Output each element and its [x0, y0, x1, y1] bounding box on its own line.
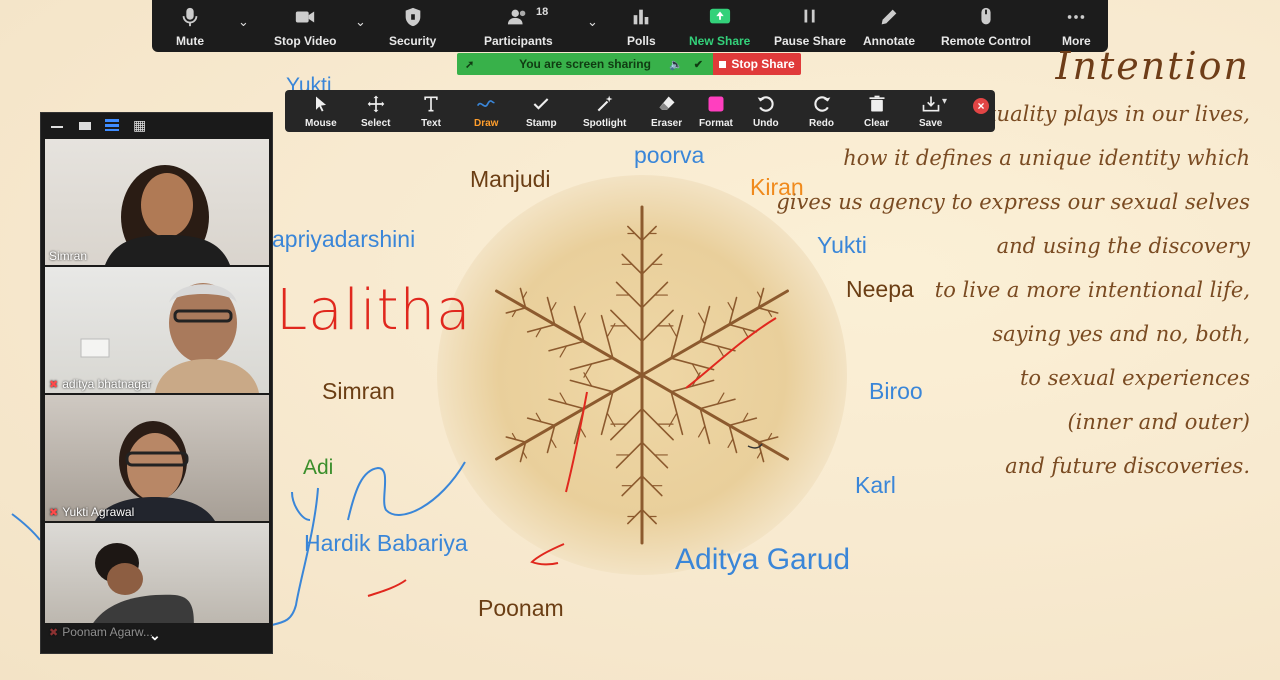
- cursor-icon: [315, 96, 326, 112]
- tool-stamp[interactable]: Stamp: [526, 94, 557, 129]
- participant-video: [95, 421, 215, 521]
- hide-video-icon[interactable]: [79, 122, 91, 130]
- muted-mic-icon: ✖: [49, 379, 59, 391]
- gallery-view-icon[interactable]: ▦: [133, 118, 146, 132]
- eraser-icon: [659, 96, 675, 110]
- video-tile-poonam[interactable]: ✖ Poonam Agarw...: [45, 523, 269, 641]
- blue-stroke-loop: [347, 461, 466, 521]
- tool-stamp-label: Stamp: [526, 118, 557, 129]
- participant-name: Poonam Agarw...: [62, 625, 153, 639]
- tool-mouse-label: Mouse: [305, 118, 337, 129]
- tool-eraser-label: Eraser: [651, 118, 683, 129]
- tool-select-label: Select: [361, 118, 391, 129]
- save-icon: [922, 96, 940, 112]
- participant-name: Simran: [49, 249, 88, 263]
- tool-undo[interactable]: Undo: [753, 94, 779, 129]
- participant-name-row: ✖ aditya bhatnagar: [49, 377, 152, 391]
- tool-undo-label: Undo: [753, 118, 779, 129]
- draw-icon: [477, 100, 496, 107]
- tool-clear-label: Clear: [864, 118, 890, 129]
- participant-video: [80, 283, 259, 393]
- speaker-view-icon[interactable]: [105, 119, 119, 131]
- participant-video: [105, 165, 230, 265]
- tool-save-label: Save: [919, 118, 943, 129]
- tool-draw-label: Draw: [474, 118, 499, 129]
- panel-header: ▦: [41, 113, 272, 139]
- tool-mouse[interactable]: Mouse: [305, 94, 337, 129]
- muted-mic-icon: ✖: [49, 627, 59, 639]
- participant-video: [45, 543, 269, 641]
- red-stroke-4: [367, 579, 407, 597]
- chevron-down-icon[interactable]: ⌄: [149, 627, 161, 644]
- wand-icon: [597, 95, 613, 112]
- video-tile-aditya[interactable]: ✖ aditya bhatnagar: [45, 267, 269, 393]
- redo-icon: [813, 96, 830, 112]
- tool-save[interactable]: Save: [919, 94, 942, 129]
- move-icon: [367, 95, 385, 113]
- dark-stroke: [747, 443, 763, 449]
- check-icon: [533, 98, 549, 110]
- tool-eraser[interactable]: Eraser: [651, 94, 682, 129]
- video-panel: ▦ Simran ✖ aditya bhatnagar ✖ Yukti Agrawa…: [40, 112, 273, 654]
- tool-format[interactable]: Format: [699, 94, 733, 129]
- red-stroke-3: [530, 543, 565, 566]
- trash-icon: [869, 95, 884, 112]
- blue-stroke-y: [271, 487, 319, 626]
- tool-spotlight[interactable]: Spotlight: [583, 94, 626, 129]
- video-tile-simran[interactable]: Simran: [45, 139, 269, 265]
- tool-select[interactable]: Select: [361, 94, 390, 129]
- participant-name-row: ✖ Poonam Agarw...: [49, 625, 153, 639]
- format-swatch-icon: [708, 96, 724, 112]
- minimize-icon[interactable]: [51, 126, 63, 128]
- annotation-toolbar: Mouse Select Text Draw Stamp Spotlight E…: [285, 90, 995, 132]
- tool-redo-label: Redo: [809, 118, 834, 129]
- text-icon: [424, 96, 438, 112]
- participant-name: Yukti Agrawal: [62, 505, 135, 519]
- video-tile-yukti[interactable]: ✖ Yukti Agrawal: [45, 395, 269, 521]
- participant-name: aditya bhatnagar: [62, 377, 152, 391]
- tool-redo[interactable]: Redo: [809, 94, 834, 129]
- blue-stroke-left: [11, 513, 41, 541]
- tool-draw[interactable]: Draw: [474, 94, 498, 129]
- chevron-down-icon[interactable]: ▾: [942, 96, 947, 107]
- tool-format-label: Format: [699, 118, 733, 129]
- close-annotation-button[interactable]: ×: [973, 98, 989, 114]
- red-stroke-2: [565, 391, 588, 493]
- tool-clear[interactable]: Clear: [864, 94, 889, 129]
- muted-mic-icon: ✖: [49, 507, 59, 519]
- participant-name-row: ✖ Yukti Agrawal: [49, 505, 134, 519]
- tool-text-label: Text: [421, 118, 441, 129]
- tool-text[interactable]: Text: [421, 94, 441, 129]
- tool-spotlight-label: Spotlight: [583, 118, 627, 129]
- undo-icon: [757, 96, 774, 112]
- red-stroke-1: [685, 317, 777, 389]
